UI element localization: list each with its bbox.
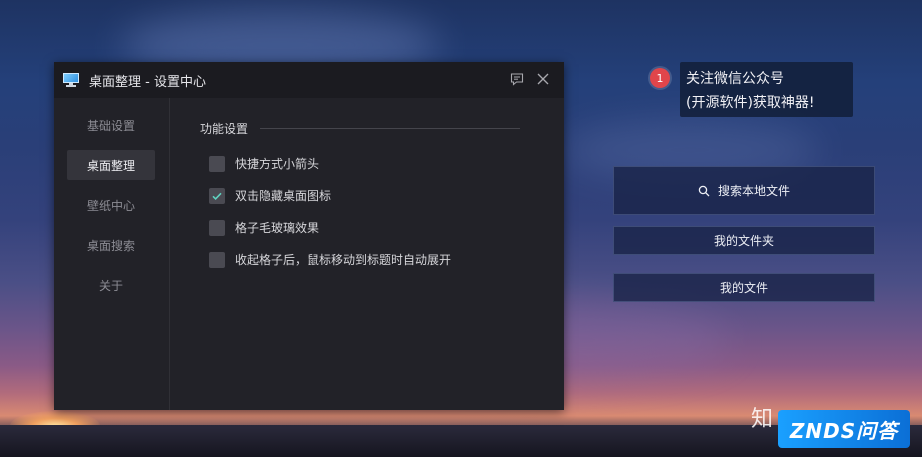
tip-line-2: (开源软件)获取神器!	[686, 95, 815, 111]
option-auto-expand[interactable]: 收起格子后，鼠标移动到标题时自动展开	[209, 251, 451, 268]
close-icon	[537, 73, 549, 85]
option-shortcut-arrow[interactable]: 快捷方式小箭头	[209, 155, 319, 172]
option-label: 格子毛玻璃效果	[235, 221, 320, 235]
section-divider	[260, 128, 520, 129]
window-title: 桌面整理 - 设置中心	[89, 74, 206, 90]
sidebar-item-about[interactable]: 关于	[67, 270, 155, 300]
my-folders-button[interactable]: 我的文件夹	[613, 226, 875, 255]
option-label: 双击隐藏桌面图标	[235, 189, 332, 203]
window-titlebar[interactable]: 桌面整理 - 设置中心	[54, 62, 564, 98]
sidebar-item-wallpaper[interactable]: 壁纸中心	[67, 190, 155, 220]
my-files-label: 我的文件	[719, 281, 768, 295]
monitor-icon	[63, 73, 79, 87]
sidebar-item-basic[interactable]: 基础设置	[67, 110, 155, 140]
checkbox-unchecked[interactable]	[209, 219, 225, 236]
settings-window: 桌面整理 - 设置中心 基础设置 桌面整理 壁纸中心 桌面搜索 关于 功能设置 …	[54, 62, 564, 410]
checkmark-icon	[212, 192, 222, 200]
settings-sidebar: 基础设置 桌面整理 壁纸中心 桌面搜索 关于	[54, 98, 170, 410]
tip-number-badge: 1	[650, 68, 670, 88]
option-label: 收起格子后，鼠标移动到标题时自动展开	[235, 253, 452, 267]
close-button[interactable]	[534, 70, 552, 88]
option-label: 快捷方式小箭头	[235, 157, 320, 171]
znds-logo: ZNDS问答	[778, 410, 910, 448]
checkbox-checked[interactable]	[209, 187, 225, 204]
zhihu-watermark: 知	[751, 407, 774, 432]
search-local-files-button[interactable]: 搜索本地文件	[613, 166, 875, 215]
settings-content: 功能设置 快捷方式小箭头 双击隐藏桌面图标 格子毛玻璃效果 收起格子后，鼠标移动…	[170, 98, 564, 410]
checkbox-unchecked[interactable]	[209, 155, 225, 172]
message-square-icon	[510, 73, 524, 86]
search-local-files-label: 搜索本地文件	[717, 184, 790, 198]
my-folders-label: 我的文件夹	[713, 234, 774, 248]
checkbox-unchecked[interactable]	[209, 251, 225, 268]
option-double-click-hide[interactable]: 双击隐藏桌面图标	[209, 187, 331, 204]
my-files-button[interactable]: 我的文件	[613, 273, 875, 302]
section-title: 功能设置	[200, 122, 249, 136]
search-icon	[698, 185, 710, 197]
option-frosted-glass[interactable]: 格子毛玻璃效果	[209, 219, 319, 236]
sidebar-item-desktop-organize[interactable]: 桌面整理	[67, 150, 155, 180]
sidebar-item-desktop-search[interactable]: 桌面搜索	[67, 230, 155, 260]
feedback-button[interactable]	[508, 70, 526, 88]
tip-line-1: 关注微信公众号	[686, 71, 784, 87]
